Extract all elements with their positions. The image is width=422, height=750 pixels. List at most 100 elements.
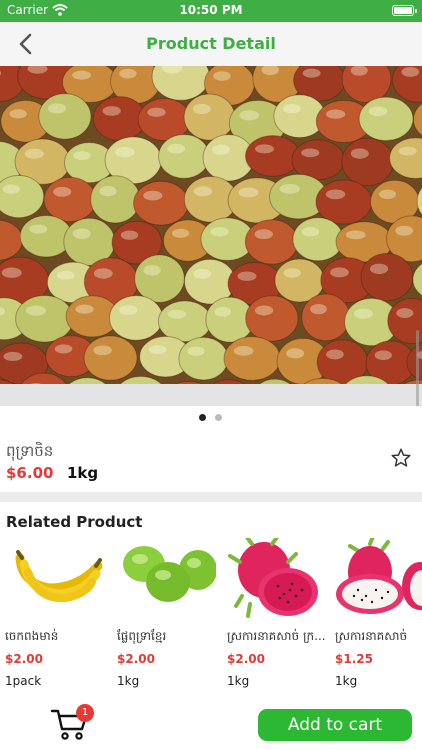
fruit-highlight xyxy=(9,109,27,119)
fruit-highlight xyxy=(213,71,231,81)
jujube-fruit xyxy=(315,179,373,225)
battery-icon xyxy=(392,5,417,16)
fruit-highlight xyxy=(192,103,211,115)
fruit-highlight xyxy=(25,305,46,316)
product-image[interactable] xyxy=(0,66,422,406)
fruit-highlight xyxy=(398,146,417,156)
status-bar: Carrier 10:50 PM xyxy=(0,0,422,22)
fruit-highlight xyxy=(239,110,260,121)
related-unit: 1kg xyxy=(227,674,250,688)
fruit-highlight xyxy=(283,268,301,278)
jujube-fruit xyxy=(90,175,141,224)
fruit-highlight xyxy=(238,187,259,198)
fruit-highlight xyxy=(167,143,186,154)
jujube-fruit xyxy=(244,219,299,265)
related-card[interactable]: ស្រការនាគសាច់ ក្រ... $2.00 1kg xyxy=(222,538,326,693)
jujube-fruit xyxy=(292,217,344,262)
fruit-highlight xyxy=(118,305,138,316)
fruit-highlight xyxy=(119,68,137,79)
related-card[interactable]: ចេកពងមាន់ $2.00 1pack xyxy=(0,538,104,693)
fruit-highlight xyxy=(54,344,73,354)
fruit-highlight xyxy=(172,228,190,238)
fruit-highlight xyxy=(214,306,232,317)
fruit-highlight xyxy=(93,345,112,356)
star-outline-icon[interactable] xyxy=(390,447,412,469)
fruit-highlight xyxy=(310,304,327,315)
fruit-highlight xyxy=(379,189,397,199)
fruit-highlight xyxy=(1,267,22,278)
jujube-fruit xyxy=(223,336,281,381)
banana-icon xyxy=(15,550,103,603)
pager-dot[interactable] xyxy=(215,414,222,421)
tray-edge xyxy=(0,384,422,406)
fruit-highlight xyxy=(396,308,414,318)
fruit-highlight xyxy=(120,230,139,240)
fruit-highlight xyxy=(233,346,254,356)
bottom-bar: 1 Add to cart xyxy=(0,700,422,750)
fruit-highlight xyxy=(302,68,321,78)
add-to-cart-button[interactable]: Add to cart xyxy=(258,709,412,741)
fruit-highlight xyxy=(73,151,91,161)
fruit-highlight xyxy=(193,186,213,197)
jujube-fruit xyxy=(157,300,212,343)
related-title: Related Product xyxy=(6,513,143,531)
related-name: ចេកពងមាន់ xyxy=(5,629,59,643)
jujube-fruit xyxy=(83,335,138,381)
fruit-highlight xyxy=(254,229,273,240)
product-unit: 1kg xyxy=(67,464,99,482)
jujube-fruit xyxy=(158,133,210,179)
pager-dot-active[interactable] xyxy=(199,414,206,421)
jujube-fruit xyxy=(358,96,414,142)
fruit-highlight xyxy=(3,351,23,361)
jujube-fruit xyxy=(38,93,92,140)
fruit-highlight xyxy=(301,226,320,237)
fruit-highlight xyxy=(279,183,300,194)
related-price: $2.00 xyxy=(5,652,43,666)
fruit-highlight xyxy=(345,230,366,240)
clock: 10:50 PM xyxy=(179,3,243,17)
fruit-highlight xyxy=(350,148,369,159)
jujube-photo xyxy=(0,66,422,406)
image-pager xyxy=(0,406,422,430)
fruit-highlight xyxy=(93,268,113,279)
jujube-fruit xyxy=(291,139,345,181)
fruit-highlight xyxy=(326,349,344,360)
related-name: ស្រការនាគសាច់ xyxy=(335,629,408,643)
related-list: ចេកពងមាន់ $2.00 1pack ផ្លែពុទ្រាខ្មែរ $2… xyxy=(0,538,422,693)
fruit-highlight xyxy=(301,148,320,158)
fruit-highlight xyxy=(374,350,392,361)
fruit-highlight xyxy=(193,268,212,279)
fruit-highlight xyxy=(255,144,275,154)
jujube-fruit xyxy=(341,137,394,187)
related-price: $1.25 xyxy=(335,652,373,666)
fruit-highlight xyxy=(370,263,389,275)
jujube-fruit xyxy=(245,295,299,342)
fruit-highlight xyxy=(53,186,72,197)
fruit-highlight xyxy=(325,109,346,119)
fruit-highlight xyxy=(210,227,229,237)
jujube-fruit xyxy=(360,252,414,302)
fruit-highlight xyxy=(75,304,94,314)
related-unit: 1pack xyxy=(5,674,42,688)
related-card[interactable]: ស្រការនាគសាច់ $1.25 1kg xyxy=(330,538,422,693)
fruit-highlight xyxy=(282,103,301,114)
fruit-highlight xyxy=(395,225,414,236)
fruit-highlight xyxy=(237,271,257,281)
fruit-highlight xyxy=(99,185,117,197)
related-unit: 1kg xyxy=(117,674,140,688)
fruit-highlight xyxy=(56,270,75,280)
fruit-highlight xyxy=(24,148,44,159)
fruit-highlight xyxy=(254,305,274,316)
jujube-fruit xyxy=(43,176,97,223)
fruit-highlight xyxy=(29,224,48,234)
related-card[interactable]: ផ្លែពុទ្រាខ្មែរ $2.00 1kg xyxy=(112,538,216,693)
jujube-fruit xyxy=(133,180,189,226)
fruit-highlight xyxy=(330,267,349,278)
fruit-highlight xyxy=(368,106,388,117)
fruit-highlight xyxy=(47,103,67,114)
dragon-fruit-icon xyxy=(336,538,422,614)
fruit-highlight xyxy=(72,70,92,80)
jujube-fruit xyxy=(108,295,164,341)
fruit-highlight xyxy=(354,308,373,319)
jujube-fruit xyxy=(15,295,74,343)
